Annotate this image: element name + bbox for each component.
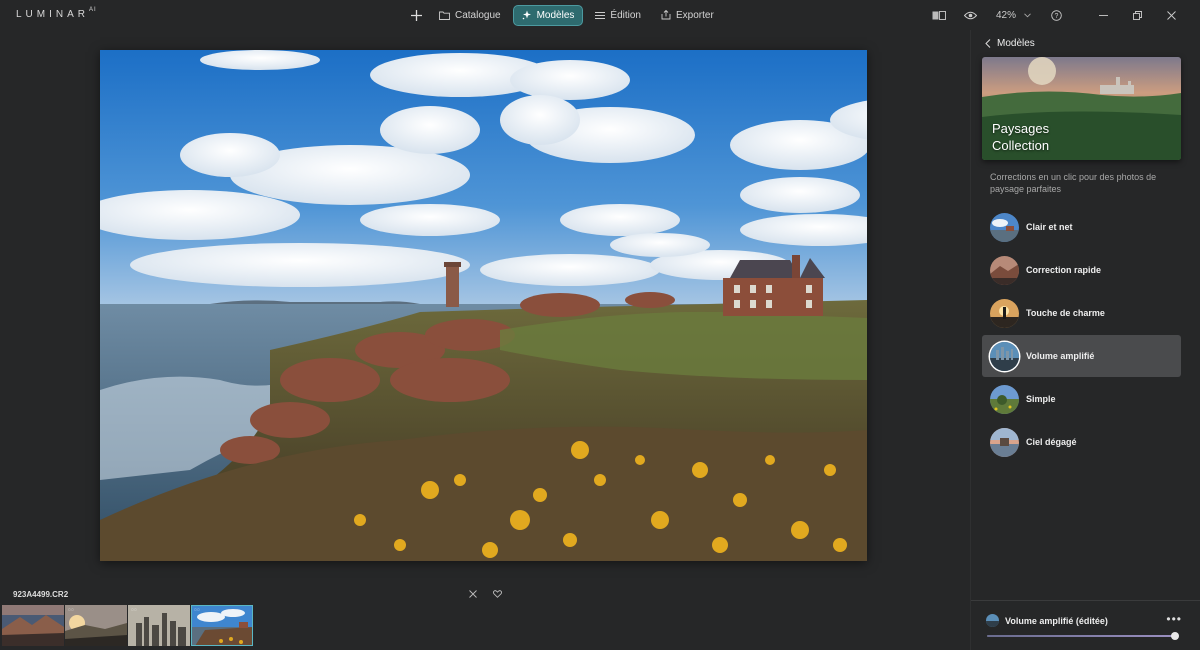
help-button[interactable]: ? xyxy=(1045,4,1067,26)
minimize-button[interactable] xyxy=(1092,4,1114,26)
mountain-thumbnail xyxy=(2,605,64,646)
preset-thumbnail xyxy=(990,212,1019,242)
main-nav: Catalogue Modèles Édition Exporter xyxy=(405,4,722,26)
preset-label: Clair et net xyxy=(1026,222,1073,232)
sunrise-thumbnail xyxy=(65,605,127,646)
preset-thumbnail xyxy=(990,255,1019,285)
luminar-window: LUMINARAI Catalogue Modèles Édition Expo… xyxy=(0,0,1200,650)
folder-icon xyxy=(439,11,450,20)
close-icon xyxy=(1166,10,1176,20)
preset-label: Touche de charme xyxy=(1026,308,1105,318)
preset-touche-de-charme[interactable]: Touche de charme xyxy=(982,292,1181,334)
heart-icon xyxy=(492,590,502,598)
favorite-button[interactable] xyxy=(490,587,504,601)
preset-simple[interactable]: Simple xyxy=(982,378,1181,420)
filmstrip-thumb[interactable]: ◌◌ xyxy=(128,605,190,646)
applied-template-thumbnail xyxy=(986,614,999,627)
applied-template-bar: Volume amplifié (éditée) ••• xyxy=(971,600,1200,650)
filmstrip: ◌◌ ◌◌ ◌◌ xyxy=(2,605,253,646)
filmstrip-thumb-selected[interactable]: ◌◌ xyxy=(191,605,253,646)
preset-thumbnail xyxy=(990,427,1019,457)
close-window-button[interactable] xyxy=(1160,4,1182,26)
preset-volume-amplifie[interactable]: Volume amplifié xyxy=(982,335,1181,377)
preset-label: Correction rapide xyxy=(1026,265,1102,275)
top-bar: LUMINARAI Catalogue Modèles Édition Expo… xyxy=(0,0,1200,30)
slider-handle[interactable] xyxy=(1171,632,1179,640)
preset-thumbnail xyxy=(990,384,1019,414)
share-icon xyxy=(661,10,671,20)
preset-ciel-degage[interactable]: Ciel dégagé xyxy=(982,421,1181,463)
nav-edition[interactable]: Édition xyxy=(587,5,649,26)
preset-correction-rapide[interactable]: Correction rapide xyxy=(982,249,1181,291)
sliders-icon xyxy=(595,11,606,19)
preset-clair-et-net[interactable]: Clair et net xyxy=(982,206,1181,248)
plus-icon xyxy=(410,9,422,21)
preview-button[interactable] xyxy=(960,4,982,26)
nav-exporter-label: Exporter xyxy=(675,9,714,21)
preset-list: Clair et net Correction rapide Touche de… xyxy=(982,206,1181,464)
svg-text:?: ? xyxy=(1054,13,1058,20)
sparkle-icon xyxy=(522,10,531,20)
compare-icon xyxy=(932,10,946,20)
image-canvas[interactable] xyxy=(0,30,970,580)
preset-label: Simple xyxy=(1026,394,1056,404)
nav-edition-label: Édition xyxy=(610,9,641,21)
minimize-icon xyxy=(1098,14,1108,16)
right-toolbar: 42% ? xyxy=(928,4,1200,26)
help-icon: ? xyxy=(1050,9,1062,21)
templates-panel: Modèles Paysages Collection Corrections … xyxy=(970,30,1200,650)
nav-modeles-label: Modèles xyxy=(536,9,575,21)
chevron-down-icon xyxy=(1024,12,1031,17)
lighthouse-landscape-image xyxy=(100,50,867,561)
nav-modeles[interactable]: Modèles xyxy=(512,4,584,26)
preset-thumbnail xyxy=(990,341,1019,371)
zoom-dropdown[interactable]: 42% xyxy=(996,10,1031,21)
city-thumbnail xyxy=(128,605,190,646)
more-options-button[interactable]: ••• xyxy=(1166,612,1182,626)
slider-fill xyxy=(987,635,1175,637)
collection-title: Paysages xyxy=(992,121,1050,136)
compare-button[interactable] xyxy=(928,4,950,26)
nav-catalogue[interactable]: Catalogue xyxy=(431,5,509,26)
filmstrip-thumb[interactable]: ◌◌ xyxy=(65,605,127,646)
chevron-left-icon xyxy=(985,39,991,48)
template-amount-slider[interactable] xyxy=(987,632,1179,640)
nav-exporter[interactable]: Exporter xyxy=(653,5,722,26)
nav-catalogue-label: Catalogue xyxy=(455,9,501,21)
main-photo[interactable] xyxy=(100,50,867,561)
file-name: 923A4499.CR2 xyxy=(13,590,69,599)
collection-hero-card: Paysages Collection xyxy=(982,57,1181,160)
add-button[interactable] xyxy=(405,4,427,26)
restore-button[interactable] xyxy=(1126,4,1148,26)
reject-button[interactable] xyxy=(466,587,480,601)
zoom-value: 42% xyxy=(995,9,1016,21)
preset-label: Volume amplifié xyxy=(1026,351,1095,361)
filmstrip-actions xyxy=(466,587,504,601)
filmstrip-thumb[interactable] xyxy=(2,605,64,646)
applied-template: Volume amplifié (éditée) xyxy=(986,614,1108,627)
lighthouse-thumbnail xyxy=(191,605,253,646)
preset-label: Ciel dégagé xyxy=(1026,437,1077,447)
applied-template-label: Volume amplifié (éditée) xyxy=(1005,615,1108,626)
collection-subtitle: Collection xyxy=(992,138,1050,153)
app-logo: LUMINARAI xyxy=(16,7,97,20)
panel-back-label: Modèles xyxy=(997,38,1035,49)
restore-icon xyxy=(1132,10,1142,20)
collection-description: Corrections en un clic pour des photos d… xyxy=(990,172,1157,194)
preset-thumbnail xyxy=(990,298,1019,328)
back-to-modeles-button[interactable]: Modèles xyxy=(985,38,1035,49)
eye-icon xyxy=(964,11,978,19)
close-icon xyxy=(469,590,477,598)
